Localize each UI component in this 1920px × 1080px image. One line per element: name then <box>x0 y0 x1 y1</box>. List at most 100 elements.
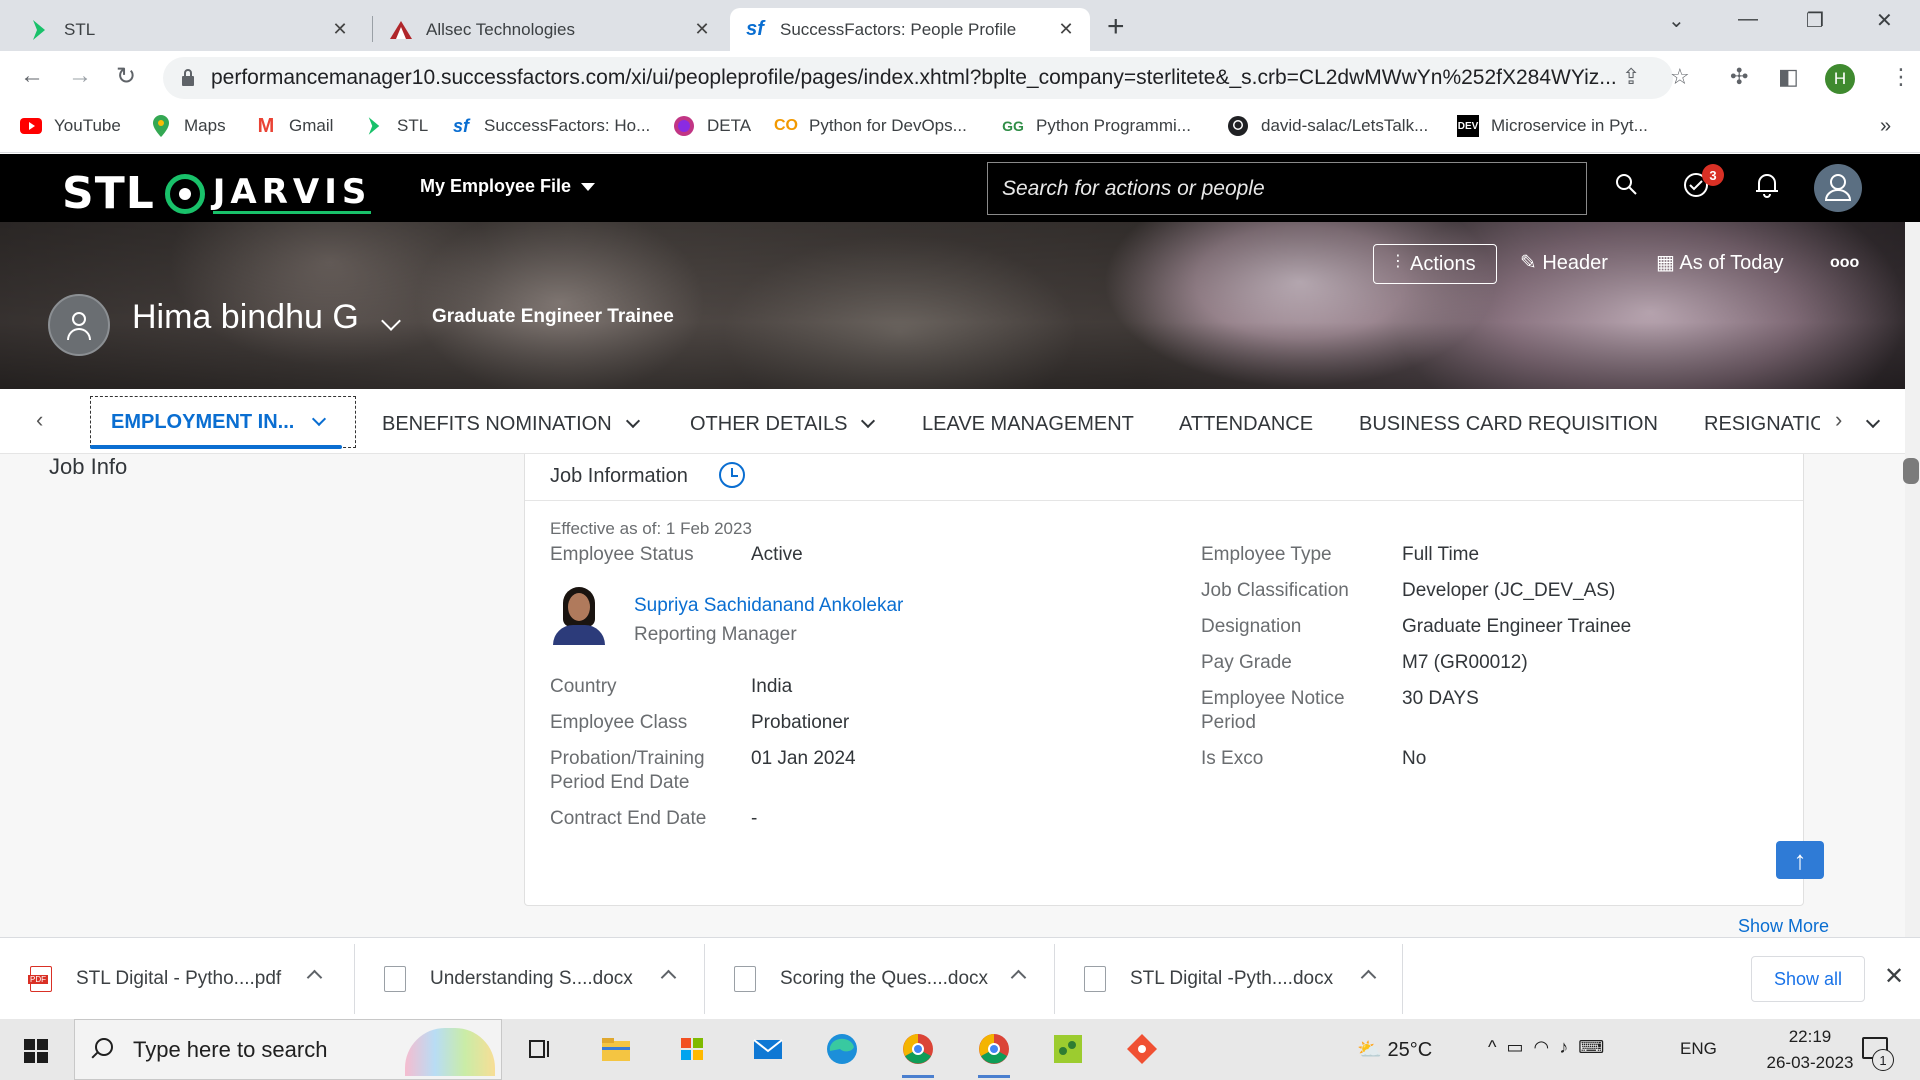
profile-avatar[interactable]: H <box>1825 64 1855 94</box>
tab-business-card-requisition[interactable]: BUSINESS CARD REQUISITION <box>1359 413 1658 436</box>
taskbar-search-box[interactable]: Type here to search <box>74 1019 502 1080</box>
browser-tab-strip: STL ✕ Allsec Technologies ✕ sf SuccessFa… <box>0 0 1920 51</box>
minimize-icon[interactable]: — <box>1738 8 1758 31</box>
close-tab-icon[interactable]: ✕ <box>330 19 350 40</box>
chevron-up-icon[interactable] <box>1360 969 1377 986</box>
bookmark-label: DETA <box>707 116 752 135</box>
input-language[interactable]: ENG <box>1680 1039 1717 1059</box>
forward-arrow-icon[interactable]: → <box>68 62 92 90</box>
bookmark-successfactors[interactable]: sf SuccessFactors: Ho... <box>450 115 650 137</box>
header-edit-button[interactable]: ✎ Header <box>1520 250 1608 275</box>
profile-content: Job Info Job Information Effective as of… <box>0 454 1905 937</box>
bookmark-deta[interactable]: DETA <box>673 115 751 137</box>
more-options-icon[interactable]: ooo <box>1830 254 1859 272</box>
actions-button[interactable]: ⋮ Actions <box>1373 244 1497 284</box>
show-all-downloads-button[interactable]: Show all <box>1751 956 1865 1002</box>
bookmark-microservice[interactable]: DEV Microservice in Pyt... <box>1457 115 1648 137</box>
chevron-down-icon <box>625 413 640 429</box>
chevron-down-icon <box>312 411 327 427</box>
browser-tab-successfactors[interactable]: sf SuccessFactors: People Profile ✕ <box>730 8 1090 51</box>
tab-employment-information[interactable]: EMPLOYMENT IN... <box>90 396 356 448</box>
file-explorer-icon[interactable] <box>596 1029 636 1069</box>
bookmark-stl[interactable]: STL <box>363 115 428 137</box>
bookmark-maps[interactable]: Maps <box>150 115 226 137</box>
bookmark-python-devops[interactable]: CO Python for DevOps... <box>774 115 967 137</box>
downloads-bar: STL Digital - Pytho....pdf Understanding… <box>0 937 1920 1019</box>
clock-time[interactable]: 22:19 <box>1760 1027 1860 1047</box>
bookmark-gmail[interactable]: M Gmail <box>255 115 334 137</box>
clock-date[interactable]: 26-03-2023 <box>1760 1053 1860 1073</box>
side-panel-icon[interactable]: ◧ <box>1778 64 1799 90</box>
bookmark-youtube[interactable]: YouTube <box>20 115 121 137</box>
tab-other-details[interactable]: OTHER DETAILS <box>690 413 876 436</box>
close-window-icon[interactable]: ✕ <box>1876 8 1893 33</box>
microsoft-store-icon[interactable] <box>672 1029 712 1069</box>
close-tab-icon[interactable]: ✕ <box>692 19 712 40</box>
menu-kebab-icon[interactable]: ⋮ <box>1890 64 1912 90</box>
tab-resignation[interactable]: RESIGNATIO <box>1704 413 1820 436</box>
chevron-up-icon[interactable] <box>1010 969 1027 986</box>
manager-name-link[interactable]: Supriya Sachidanand Ankolekar <box>634 595 903 617</box>
browser-tab-allsec[interactable]: Allsec Technologies ✕ <box>376 8 726 51</box>
as-of-today-button[interactable]: ▦ As of Today <box>1656 250 1784 275</box>
new-tab-button[interactable]: + <box>1107 10 1125 44</box>
tab-benefits-nomination[interactable]: BENEFITS NOMINATION <box>382 413 640 436</box>
tab-leave-management[interactable]: LEAVE MANAGEMENT <box>922 413 1134 436</box>
show-more-link[interactable]: Show More <box>1738 916 1829 937</box>
git-app-icon[interactable] <box>1122 1029 1162 1069</box>
back-arrow-icon[interactable]: ← <box>20 62 44 90</box>
stl-jarvis-logo[interactable]: STL JARVIS <box>62 168 372 219</box>
caret-down-icon <box>581 183 596 192</box>
tab-attendance[interactable]: ATTENDANCE <box>1179 413 1313 436</box>
sf-search-input[interactable] <box>987 162 1587 215</box>
manager-photo[interactable] <box>549 585 609 645</box>
system-tray-icons[interactable]: ^▭◠♪⌨ <box>1488 1037 1614 1058</box>
download-item[interactable]: STL Digital -Pyth....docx <box>1054 938 1404 1020</box>
search-icon[interactable] <box>1614 172 1638 203</box>
download-item[interactable]: Understanding S....docx <box>354 938 704 1020</box>
pea-app-icon[interactable] <box>1048 1029 1088 1069</box>
task-view-icon[interactable] <box>520 1029 560 1069</box>
scrollbar-thumb[interactable] <box>1903 458 1919 484</box>
field-value: No <box>1402 748 1427 769</box>
restore-icon[interactable]: ❐ <box>1806 8 1824 33</box>
logo-stl-text: STL <box>62 168 155 219</box>
mail-icon[interactable] <box>748 1029 788 1069</box>
extensions-puzzle-icon[interactable]: ✣ <box>1730 64 1748 90</box>
download-separator <box>1402 944 1403 1014</box>
tab-search-chevron-icon[interactable]: ⌄ <box>1668 8 1685 33</box>
share-icon[interactable]: ⇪ <box>1622 64 1640 90</box>
close-tab-icon[interactable]: ✕ <box>1056 19 1076 40</box>
edge-browser-icon[interactable] <box>822 1029 862 1069</box>
notifications-bell-icon[interactable] <box>1755 172 1779 205</box>
chevron-up-icon[interactable] <box>660 969 677 986</box>
tabs-overflow-chevron-icon[interactable] <box>1865 413 1881 436</box>
browser-tab-stl[interactable]: STL ✕ <box>14 8 364 51</box>
bookmark-label: david-salac/LetsTalk... <box>1261 116 1429 135</box>
reload-icon[interactable]: ↻ <box>116 62 136 91</box>
address-bar[interactable]: performancemanager10.successfactors.com/… <box>163 57 1673 99</box>
chrome-icon[interactable] <box>898 1029 938 1078</box>
bookmark-star-icon[interactable]: ☆ <box>1670 64 1690 90</box>
user-avatar-icon[interactable] <box>1814 164 1862 212</box>
download-item[interactable]: STL Digital - Pytho....pdf <box>0 938 350 1020</box>
chevron-up-icon[interactable] <box>306 969 323 986</box>
history-clock-icon[interactable] <box>719 462 745 488</box>
page-scrollbar[interactable] <box>1905 222 1920 937</box>
weather-widget[interactable]: ⛅ 25°C <box>1357 1037 1432 1062</box>
close-downloads-icon[interactable]: ✕ <box>1884 962 1904 991</box>
scroll-right-chevron-icon[interactable]: › <box>1835 407 1842 433</box>
windows-start-icon[interactable] <box>24 1039 48 1063</box>
download-filename: STL Digital -Pyth....docx <box>1130 968 1334 989</box>
my-employee-file-menu[interactable]: My Employee File <box>420 176 596 197</box>
as-of-label: As of Today <box>1679 252 1784 274</box>
bookmark-python-programming[interactable]: GG Python Programmi... <box>1002 115 1191 137</box>
chrome-profile-icon[interactable] <box>974 1029 1014 1078</box>
scroll-left-chevron-icon[interactable]: ‹ <box>36 407 43 433</box>
field-value: Developer (JC_DEV_AS) <box>1402 580 1616 601</box>
bookmarks-overflow-button[interactable]: » <box>1880 115 1891 138</box>
download-item[interactable]: Scoring the Ques....docx <box>704 938 1054 1020</box>
field-value: Probationer <box>751 712 850 733</box>
bookmark-github[interactable]: david-salac/LetsTalk... <box>1227 115 1428 137</box>
scroll-to-top-button[interactable]: ↑ <box>1776 841 1824 879</box>
